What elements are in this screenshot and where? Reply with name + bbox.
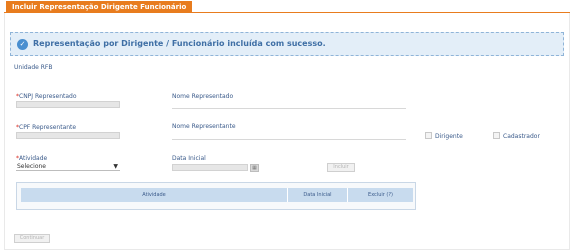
column-header-atividade: Atividade (142, 192, 166, 198)
nome-representante-field (172, 139, 406, 140)
success-message: Representação por Dirigente / Funcionári… (33, 39, 326, 48)
cpf-input[interactable] (16, 132, 120, 139)
cnpj-label: *CNPJ Representado (16, 93, 77, 100)
nome-representado-label: Nome Representado (172, 93, 234, 100)
calendar-icon[interactable]: ▦ (250, 164, 259, 172)
atividade-select[interactable]: Selecione ▼ (16, 163, 120, 171)
cadastrador-label: Cadastrador (503, 133, 540, 140)
nome-representante-label: Nome Representante (172, 123, 236, 130)
success-alert: ✓ Representação por Dirigente / Funcioná… (10, 32, 564, 56)
continuar-button[interactable]: Continuar (14, 234, 50, 243)
tab-incluir-representacao[interactable]: Incluir Representação Dirigente Funcioná… (6, 1, 193, 13)
cnpj-input[interactable] (16, 101, 120, 108)
unidade-rfb-label: Unidade RFB (14, 64, 53, 71)
nome-representado-field (172, 108, 406, 109)
check-circle-icon: ✓ (17, 39, 28, 50)
cpf-label: *CPF Representante (16, 124, 77, 131)
data-inicial-input[interactable] (172, 164, 248, 171)
column-header-data-inicial: Data Inicial (287, 188, 347, 202)
atividade-table: Atividade Data Inicial Excluir (?) (16, 182, 416, 210)
cadastrador-checkbox[interactable] (493, 132, 500, 139)
column-header-excluir: Excluir (?) (347, 188, 413, 202)
table-header: Atividade Data Inicial Excluir (?) (21, 188, 413, 202)
atividade-selected-value: Selecione (17, 163, 46, 170)
dirigente-label: Dirigente (435, 133, 463, 140)
data-inicial-label: Data Inicial (172, 155, 206, 162)
tab-strip: Incluir Representação Dirigente Funcioná… (4, 1, 570, 13)
dropdown-arrow-icon: ▼ (113, 163, 118, 170)
incluir-button[interactable]: Incluir (327, 163, 355, 172)
dirigente-checkbox[interactable] (425, 132, 432, 139)
atividade-label: *Atividade (16, 155, 48, 162)
